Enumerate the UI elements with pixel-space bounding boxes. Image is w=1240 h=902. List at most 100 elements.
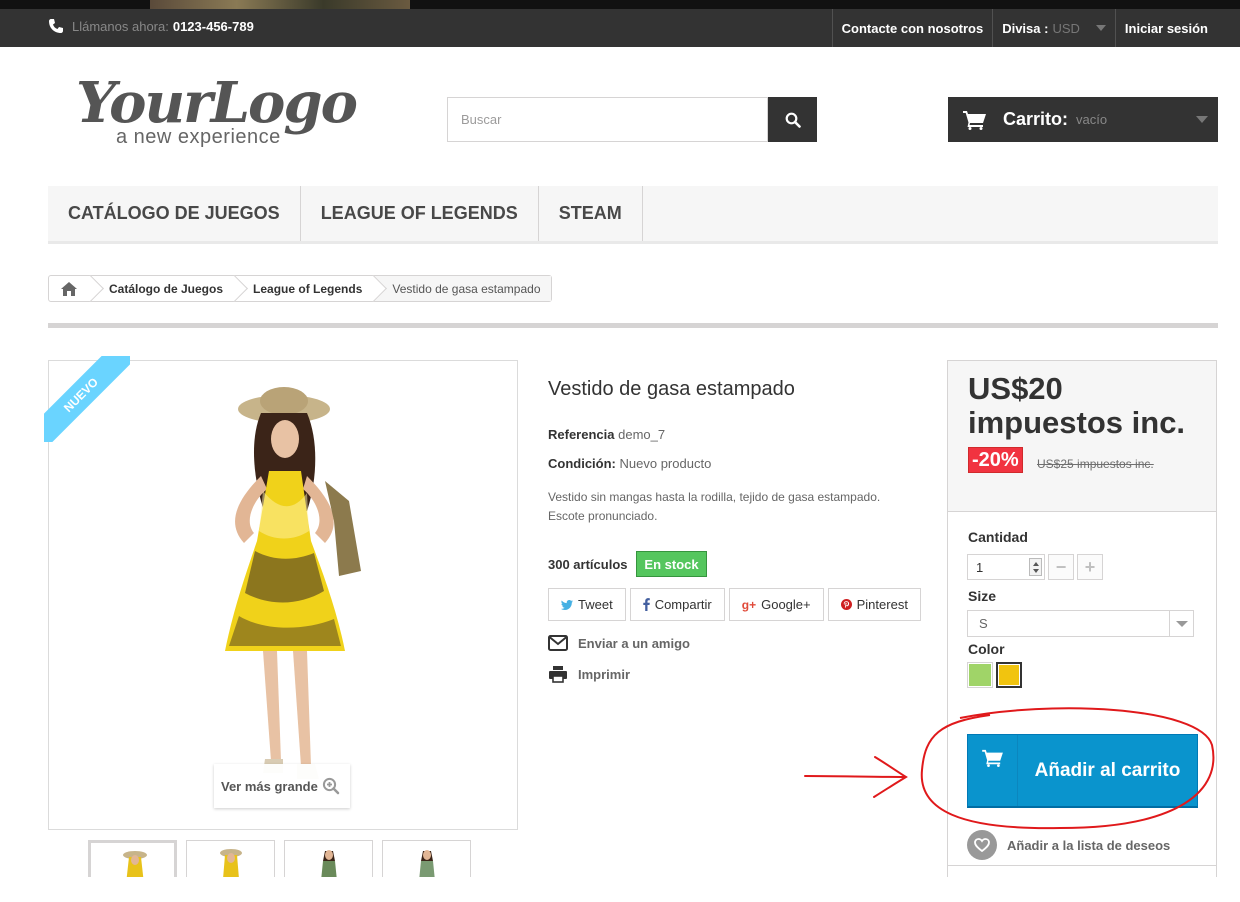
pinterest-share-button[interactable]: Pinterest — [827, 588, 921, 621]
phone-number: 0123-456-789 — [172, 18, 254, 34]
search-button[interactable] — [768, 97, 817, 142]
contact-link[interactable]: Contacte con nosotros — [831, 9, 993, 47]
currency-label: Divisa : — [1002, 20, 1049, 36]
size-select[interactable]: S — [967, 610, 1194, 637]
site-logo[interactable]: YourLogo a new experience — [72, 70, 362, 156]
menu-item-steam[interactable]: STEAM — [539, 186, 643, 241]
cart-icon — [963, 110, 986, 130]
old-price: US$25 impuestos inc. — [1037, 457, 1154, 471]
view-larger-label: Ver más grande — [221, 778, 318, 794]
divider — [948, 865, 1216, 866]
reference-value: demo_7 — [618, 427, 666, 442]
quantity-label: Cantidad — [968, 529, 1028, 545]
stock-status-badge: En stock — [636, 551, 707, 577]
price-area: US$20 impuestos inc. -20% US$25 impuesto… — [948, 361, 1216, 512]
new-badge-label: Nuevo — [44, 356, 130, 442]
home-icon — [61, 281, 77, 296]
facebook-label: Compartir — [654, 597, 712, 612]
breadcrumb-home[interactable] — [49, 276, 91, 301]
page-cutoff — [0, 877, 1240, 902]
top-nav: Contacte con nosotros Divisa : USD Inici… — [831, 9, 1217, 47]
search-input[interactable] — [447, 97, 768, 142]
product-title: Vestido de gasa estampado — [548, 378, 795, 400]
envelope-icon — [548, 635, 568, 651]
googleplus-share-button[interactable]: g+ Google+ — [728, 588, 824, 621]
reference-label: Referencia — [548, 427, 615, 442]
chevron-down-icon — [1169, 611, 1193, 636]
product-condition: Condición: Nuevo producto — [548, 456, 711, 471]
stock-quantity: 300 artículos — [548, 557, 628, 572]
breadcrumb-item-catalog[interactable]: Catálogo de Juegos — [91, 276, 235, 301]
cart-block[interactable]: Carrito: vacío — [948, 97, 1218, 142]
print-label: Imprimir — [578, 666, 631, 682]
logo-tagline: a new experience — [116, 126, 281, 148]
quantity-control: 1 − + — [967, 554, 1103, 580]
quantity-decrease-button[interactable]: − — [1048, 554, 1074, 580]
discount-badge: -20% — [968, 447, 1023, 473]
new-badge: Nuevo — [44, 356, 130, 442]
search-icon — [785, 112, 801, 128]
divider — [48, 323, 1218, 328]
printer-icon — [549, 666, 567, 683]
add-to-wishlist-link[interactable]: Añadir a la lista de deseos — [967, 830, 1170, 860]
quantity-input[interactable]: 1 — [967, 554, 1045, 580]
tweet-label: Tweet — [578, 597, 613, 612]
buy-box: US$20 impuestos inc. -20% US$25 impuesto… — [947, 360, 1217, 880]
add-to-cart-icon-area — [968, 735, 1018, 806]
quantity-spinner[interactable] — [1029, 558, 1042, 576]
size-label: Size — [968, 588, 997, 604]
send-to-friend-label: Enviar a un amigo — [578, 635, 690, 651]
breadcrumb-item-league[interactable]: League of Legends — [235, 276, 374, 301]
wishlist-label: Añadir a la lista de deseos — [1007, 837, 1171, 853]
share-buttons: Tweet Compartir g+ Google+ Pinterest — [548, 588, 925, 621]
product-description: Vestido sin mangas hasta la rodilla, tej… — [548, 490, 881, 523]
banner-strip — [0, 0, 1240, 9]
swatch-fill — [969, 664, 991, 686]
menu-item-league[interactable]: LEAGUE OF LEGENDS — [301, 186, 539, 241]
google-plus-icon: g+ — [741, 597, 757, 612]
color-swatch-green[interactable] — [967, 662, 993, 688]
minus-icon: − — [1055, 556, 1067, 577]
menu-item-catalog[interactable]: CATÁLOGO DE JUEGOS — [48, 186, 301, 241]
cart-value: vacío — [1076, 112, 1108, 127]
cart-icon — [981, 749, 1003, 767]
heart-icon — [967, 830, 997, 860]
phone-label: Llámanos ahora: — [72, 18, 169, 34]
quantity-value: 1 — [976, 559, 984, 575]
send-to-friend-link[interactable]: Enviar a un amigo — [548, 635, 690, 651]
googleplus-label: Google+ — [761, 597, 811, 612]
facebook-share-button[interactable]: Compartir — [629, 588, 725, 621]
breadcrumb-current: Vestido de gasa estampado — [374, 276, 551, 301]
zoom-in-icon — [322, 777, 340, 795]
product-reference: Referencia demo_7 — [548, 427, 665, 442]
add-to-cart-label: Añadir al carrito — [1034, 759, 1181, 781]
pinterest-icon — [840, 599, 852, 610]
add-to-cart-button[interactable]: Añadir al carrito — [967, 734, 1198, 808]
facebook-icon — [642, 598, 650, 611]
top-bar: Llámanos ahora: 0123-456-789 Contacte co… — [0, 0, 1240, 47]
currency-selector[interactable]: Divisa : USD — [992, 9, 1115, 47]
print-link[interactable]: Imprimir — [548, 665, 630, 683]
color-label: Color — [968, 641, 1005, 657]
annotation-arrow — [804, 756, 908, 798]
currency-value: USD — [1052, 20, 1080, 36]
quantity-increase-button[interactable]: + — [1077, 554, 1103, 580]
twitter-icon — [561, 599, 573, 610]
tweet-button[interactable]: Tweet — [548, 588, 626, 621]
product-price: US$20 impuestos inc. — [968, 371, 1186, 440]
condition-label: Condición: — [548, 456, 616, 471]
color-swatch-yellow[interactable] — [996, 662, 1022, 688]
swatch-fill — [999, 665, 1019, 685]
size-value: S — [979, 616, 988, 631]
chevron-down-icon — [1196, 116, 1208, 123]
condition-value: Nuevo producto — [619, 456, 712, 471]
view-larger-button[interactable]: Ver más grande — [214, 764, 350, 808]
login-link[interactable]: Iniciar sesión — [1114, 9, 1217, 47]
phone-contact: Llámanos ahora: 0123-456-789 — [48, 16, 254, 36]
search-bar — [447, 97, 817, 142]
breadcrumb: Catálogo de Juegos League of Legends Ves… — [48, 275, 552, 302]
plus-icon: + — [1084, 556, 1096, 577]
cart-label: Carrito: — [1003, 109, 1069, 129]
pinterest-label: Pinterest — [856, 597, 908, 612]
main-menu: CATÁLOGO DE JUEGOS LEAGUE OF LEGENDS STE… — [48, 186, 1218, 244]
